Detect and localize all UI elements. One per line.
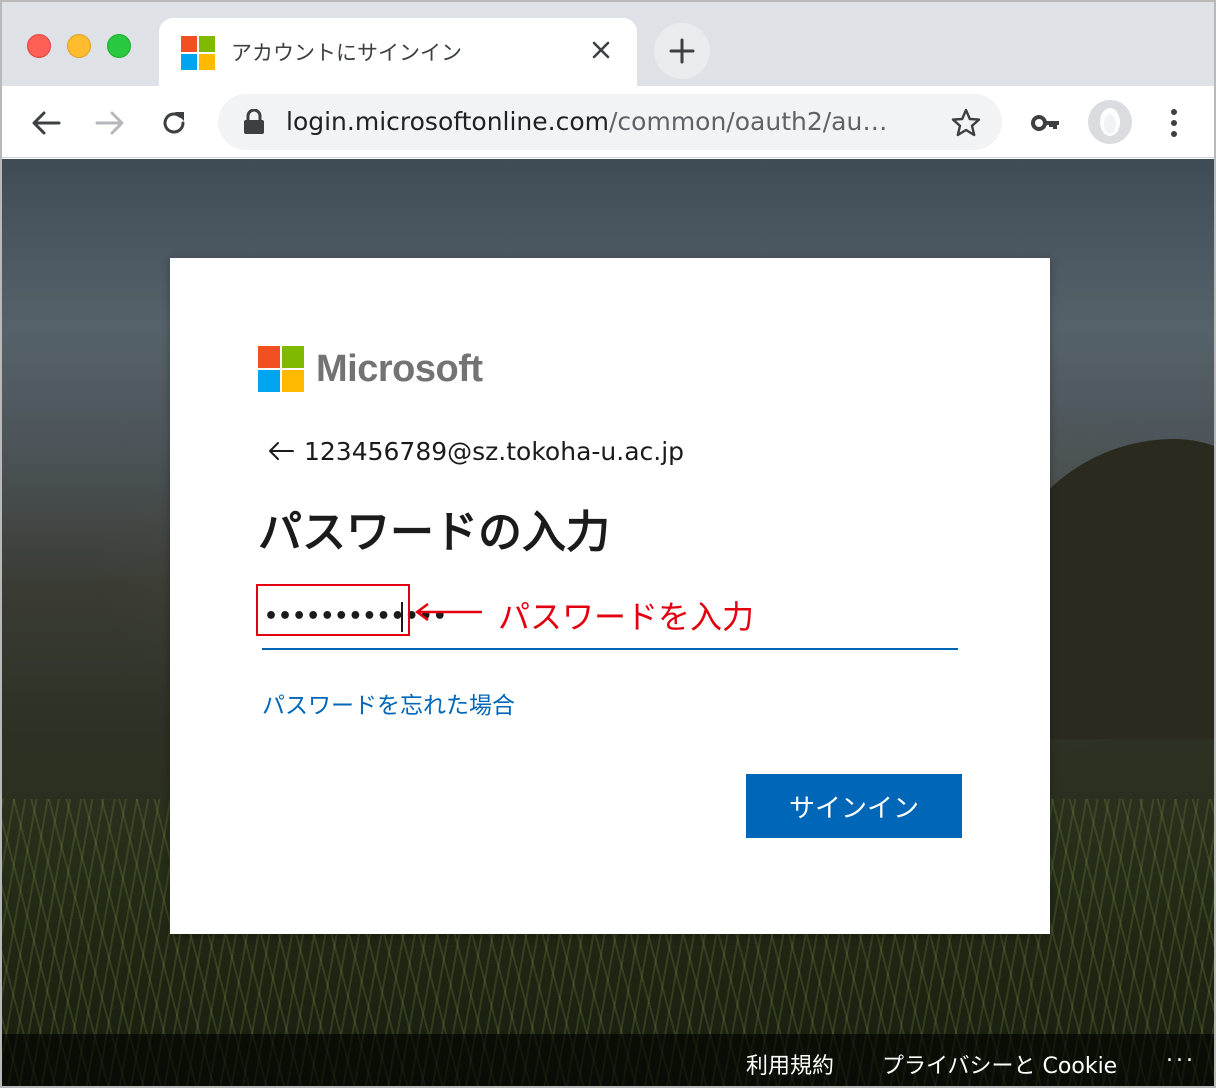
tab-close-button[interactable] (585, 34, 617, 66)
signin-button[interactable]: サインイン (746, 774, 962, 838)
window-zoom-button[interactable] (107, 34, 131, 58)
microsoft-favicon-icon (181, 36, 215, 70)
reload-icon (163, 112, 185, 134)
forgot-password-link[interactable]: パスワードを忘れた場合 (262, 686, 515, 720)
terms-link[interactable]: 利用規約 (746, 1048, 834, 1080)
close-icon (592, 41, 610, 59)
forward-icon (95, 111, 124, 135)
privacy-cookie-link[interactable]: プライバシーと Cookie (882, 1048, 1117, 1080)
back-icon (32, 111, 61, 135)
reload-button[interactable] (154, 103, 194, 143)
lock-icon (244, 109, 264, 134)
browser-tab-active[interactable]: アカウントにサインイン (159, 18, 637, 86)
forward-button[interactable] (90, 103, 130, 143)
address-bar[interactable]: login.microsoftonline.com/common/oauth2/… (218, 94, 1002, 150)
new-tab-button[interactable] (654, 23, 710, 79)
window-minimize-button[interactable] (67, 34, 91, 58)
identity-back-button[interactable]: 123456789@sz.tokoha-u.ac.jp (266, 434, 684, 468)
page-background: Microsoft 123456789@sz.tokoha-u.ac.jp パス… (2, 159, 1214, 1086)
annotation-arrow-icon (414, 603, 482, 621)
microsoft-wordmark: Microsoft (316, 348, 483, 390)
page-title: パスワードの入力 (258, 507, 610, 558)
window-close-button[interactable] (27, 34, 51, 58)
annotation-label: パスワードを入力 (498, 598, 755, 636)
star-icon[interactable] (950, 107, 982, 139)
url-text: login.microsoftonline.com/common/oauth2/… (286, 107, 888, 136)
page-footer: 利用規約 プライバシーと Cookie ... (2, 1034, 1214, 1086)
profile-avatar[interactable] (1088, 100, 1132, 144)
tab-title: アカウントにサインイン (231, 41, 462, 65)
browser-toolbar: login.microsoftonline.com/common/oauth2/… (2, 86, 1214, 158)
tab-strip: アカウントにサインイン (2, 2, 1214, 86)
more-options-button[interactable]: ... (1166, 1042, 1196, 1067)
annotation-highlight-box (256, 584, 410, 636)
kebab-menu-icon (1171, 109, 1177, 137)
browser-menu-button[interactable] (1154, 103, 1194, 143)
key-icon (1031, 115, 1059, 131)
browser-window: アカウントにサインイン login.microsoftonline.com/co… (0, 0, 1216, 1088)
avatar-icon (1088, 100, 1132, 144)
identity-email: 123456789@sz.tokoha-u.ac.jp (304, 436, 685, 466)
back-button[interactable] (26, 103, 66, 143)
passwords-button[interactable] (1026, 103, 1066, 143)
arrow-left-icon (269, 442, 294, 460)
microsoft-logo-icon (258, 346, 304, 392)
plus-icon (669, 38, 695, 64)
password-field-wrapper: ••••••••••••• パスワードを入力 (256, 584, 958, 650)
signin-card: Microsoft 123456789@sz.tokoha-u.ac.jp パス… (170, 258, 1050, 934)
